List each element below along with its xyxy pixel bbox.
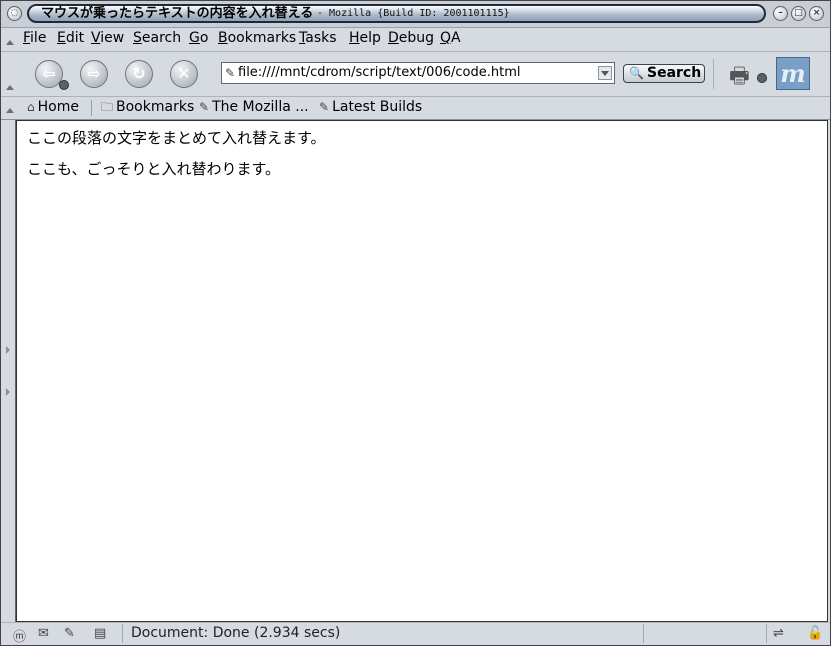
reload-icon: ↻ — [132, 64, 146, 83]
mozilla-logo[interactable]: m — [776, 57, 810, 90]
window-title: マウスが乗ったらテキストの内容を入れ替える — [41, 6, 314, 21]
security-lock-icon[interactable]: 🔓 — [807, 626, 823, 641]
window-subtitle: - Mozilla {Build ID: 2001101115} — [317, 8, 510, 19]
status-divider — [766, 624, 767, 643]
home-label: Home — [37, 99, 79, 115]
stop-icon: ✕ — [177, 64, 191, 83]
browser-window: ◌ マウスが乗ったらテキストの内容を入れ替える - Mozilla {Build… — [0, 0, 831, 646]
sidebar-splitter[interactable] — [1, 120, 16, 622]
maximize-button[interactable]: □ — [791, 6, 806, 21]
url-input[interactable]: file:////mnt/cdrom/script/text/006/code.… — [238, 65, 520, 81]
navigation-toolbar: ⇦ ⇨ ↻ ✕ ✎ file:////mnt/cdrom/script/text… — [1, 52, 830, 97]
menu-view[interactable]: View — [91, 30, 124, 47]
menu-file[interactable]: File — [23, 30, 46, 47]
window-menu-icon[interactable]: ◌ — [7, 6, 22, 21]
minimize-button[interactable]: – — [773, 6, 788, 21]
status-bar: ⓜ ✉ ✎ ▤ Document: Done (2.934 secs) ⇌ 🔓 — [1, 622, 830, 646]
home-button[interactable]: ⌂ Home — [27, 99, 79, 116]
navbar-grip-icon[interactable] — [5, 82, 14, 92]
paragraph-2: ここも、ごっそりと入れ替わります。 — [27, 160, 281, 178]
bookmarks-button[interactable]: 🗀 Bookmarks — [101, 99, 194, 116]
menubar-grip-icon[interactable] — [5, 31, 14, 47]
forward-arrow-icon: ⇨ — [87, 64, 101, 83]
bookmark-icon: ✎ — [319, 100, 330, 114]
sidebar-toggle-icon[interactable] — [5, 346, 10, 396]
menu-help[interactable]: Help — [349, 30, 381, 47]
title-bar: ◌ マウスが乗ったらテキストの内容を入れ替える - Mozilla {Build… — [1, 1, 830, 28]
pbar-grip-icon[interactable] — [5, 105, 14, 115]
bookmark-mozilla[interactable]: ✎ The Mozilla ... — [199, 99, 309, 116]
mail-icon[interactable]: ✉ — [38, 626, 49, 641]
title-pill[interactable]: マウスが乗ったらテキストの内容を入れ替える - Mozilla {Build I… — [27, 4, 766, 23]
bookmark-icon: ✎ — [199, 100, 210, 114]
status-divider — [643, 624, 644, 643]
page-proxy-icon[interactable]: ✎ — [225, 66, 235, 80]
bookmark-latest-builds-label: Latest Builds — [332, 99, 423, 115]
menu-edit[interactable]: Edit — [57, 30, 84, 47]
reload-button[interactable]: ↻ — [125, 60, 153, 88]
menu-bookmarks[interactable]: Bookmarks — [218, 30, 296, 47]
bookmarks-label: Bookmarks — [116, 99, 195, 115]
back-history-dropdown-icon[interactable] — [59, 80, 69, 90]
home-icon: ⌂ — [27, 100, 35, 114]
url-bar[interactable]: ✎ file:////mnt/cdrom/script/text/006/cod… — [221, 62, 615, 84]
bookmark-mozilla-label: The Mozilla ... — [212, 99, 309, 115]
close-button[interactable]: × — [809, 6, 824, 21]
magnifier-icon: 🔍 — [629, 66, 644, 80]
bookmark-latest-builds[interactable]: ✎ Latest Builds — [319, 99, 422, 116]
paragraph-1: ここの段落の文字をまとめて入れ替えます。 — [27, 129, 326, 147]
search-button[interactable]: 🔍 Search — [623, 64, 705, 83]
toolbar-separator — [713, 59, 714, 89]
status-divider — [122, 624, 123, 643]
menu-tasks[interactable]: Tasks — [299, 30, 337, 47]
menu-search[interactable]: Search — [133, 30, 181, 47]
online-status-icon[interactable]: ⇌ — [773, 626, 784, 641]
address-book-icon[interactable]: ▤ — [94, 626, 106, 641]
print-dropdown-icon[interactable] — [757, 73, 767, 83]
stop-button[interactable]: ✕ — [170, 60, 198, 88]
personal-toolbar: ⌂ Home 🗀 Bookmarks ✎ The Mozilla ... ✎ Lates… — [1, 97, 830, 120]
menu-debug[interactable]: Debug — [388, 30, 434, 47]
status-text: Document: Done (2.934 secs) — [131, 625, 341, 641]
menu-bar: File Edit View Search Go Bookmarks Tasks… — [1, 27, 830, 52]
page-content: ここの段落の文字をまとめて入れ替えます。 ここも、ごっそりと入れ替わります。 — [16, 120, 828, 622]
menu-qa[interactable]: QA — [440, 30, 461, 47]
url-history-dropdown-icon[interactable] — [598, 66, 612, 80]
toolbar-divider — [91, 100, 92, 116]
composer-icon[interactable]: ✎ — [64, 626, 75, 641]
navigator-icon[interactable]: ⓜ — [13, 626, 26, 645]
print-icon[interactable]: 🖶 — [729, 59, 750, 97]
menu-go[interactable]: Go — [189, 30, 208, 47]
forward-button[interactable]: ⇨ — [80, 60, 108, 88]
folder-icon: 🗀 — [101, 100, 114, 114]
search-button-label: Search — [647, 65, 702, 81]
